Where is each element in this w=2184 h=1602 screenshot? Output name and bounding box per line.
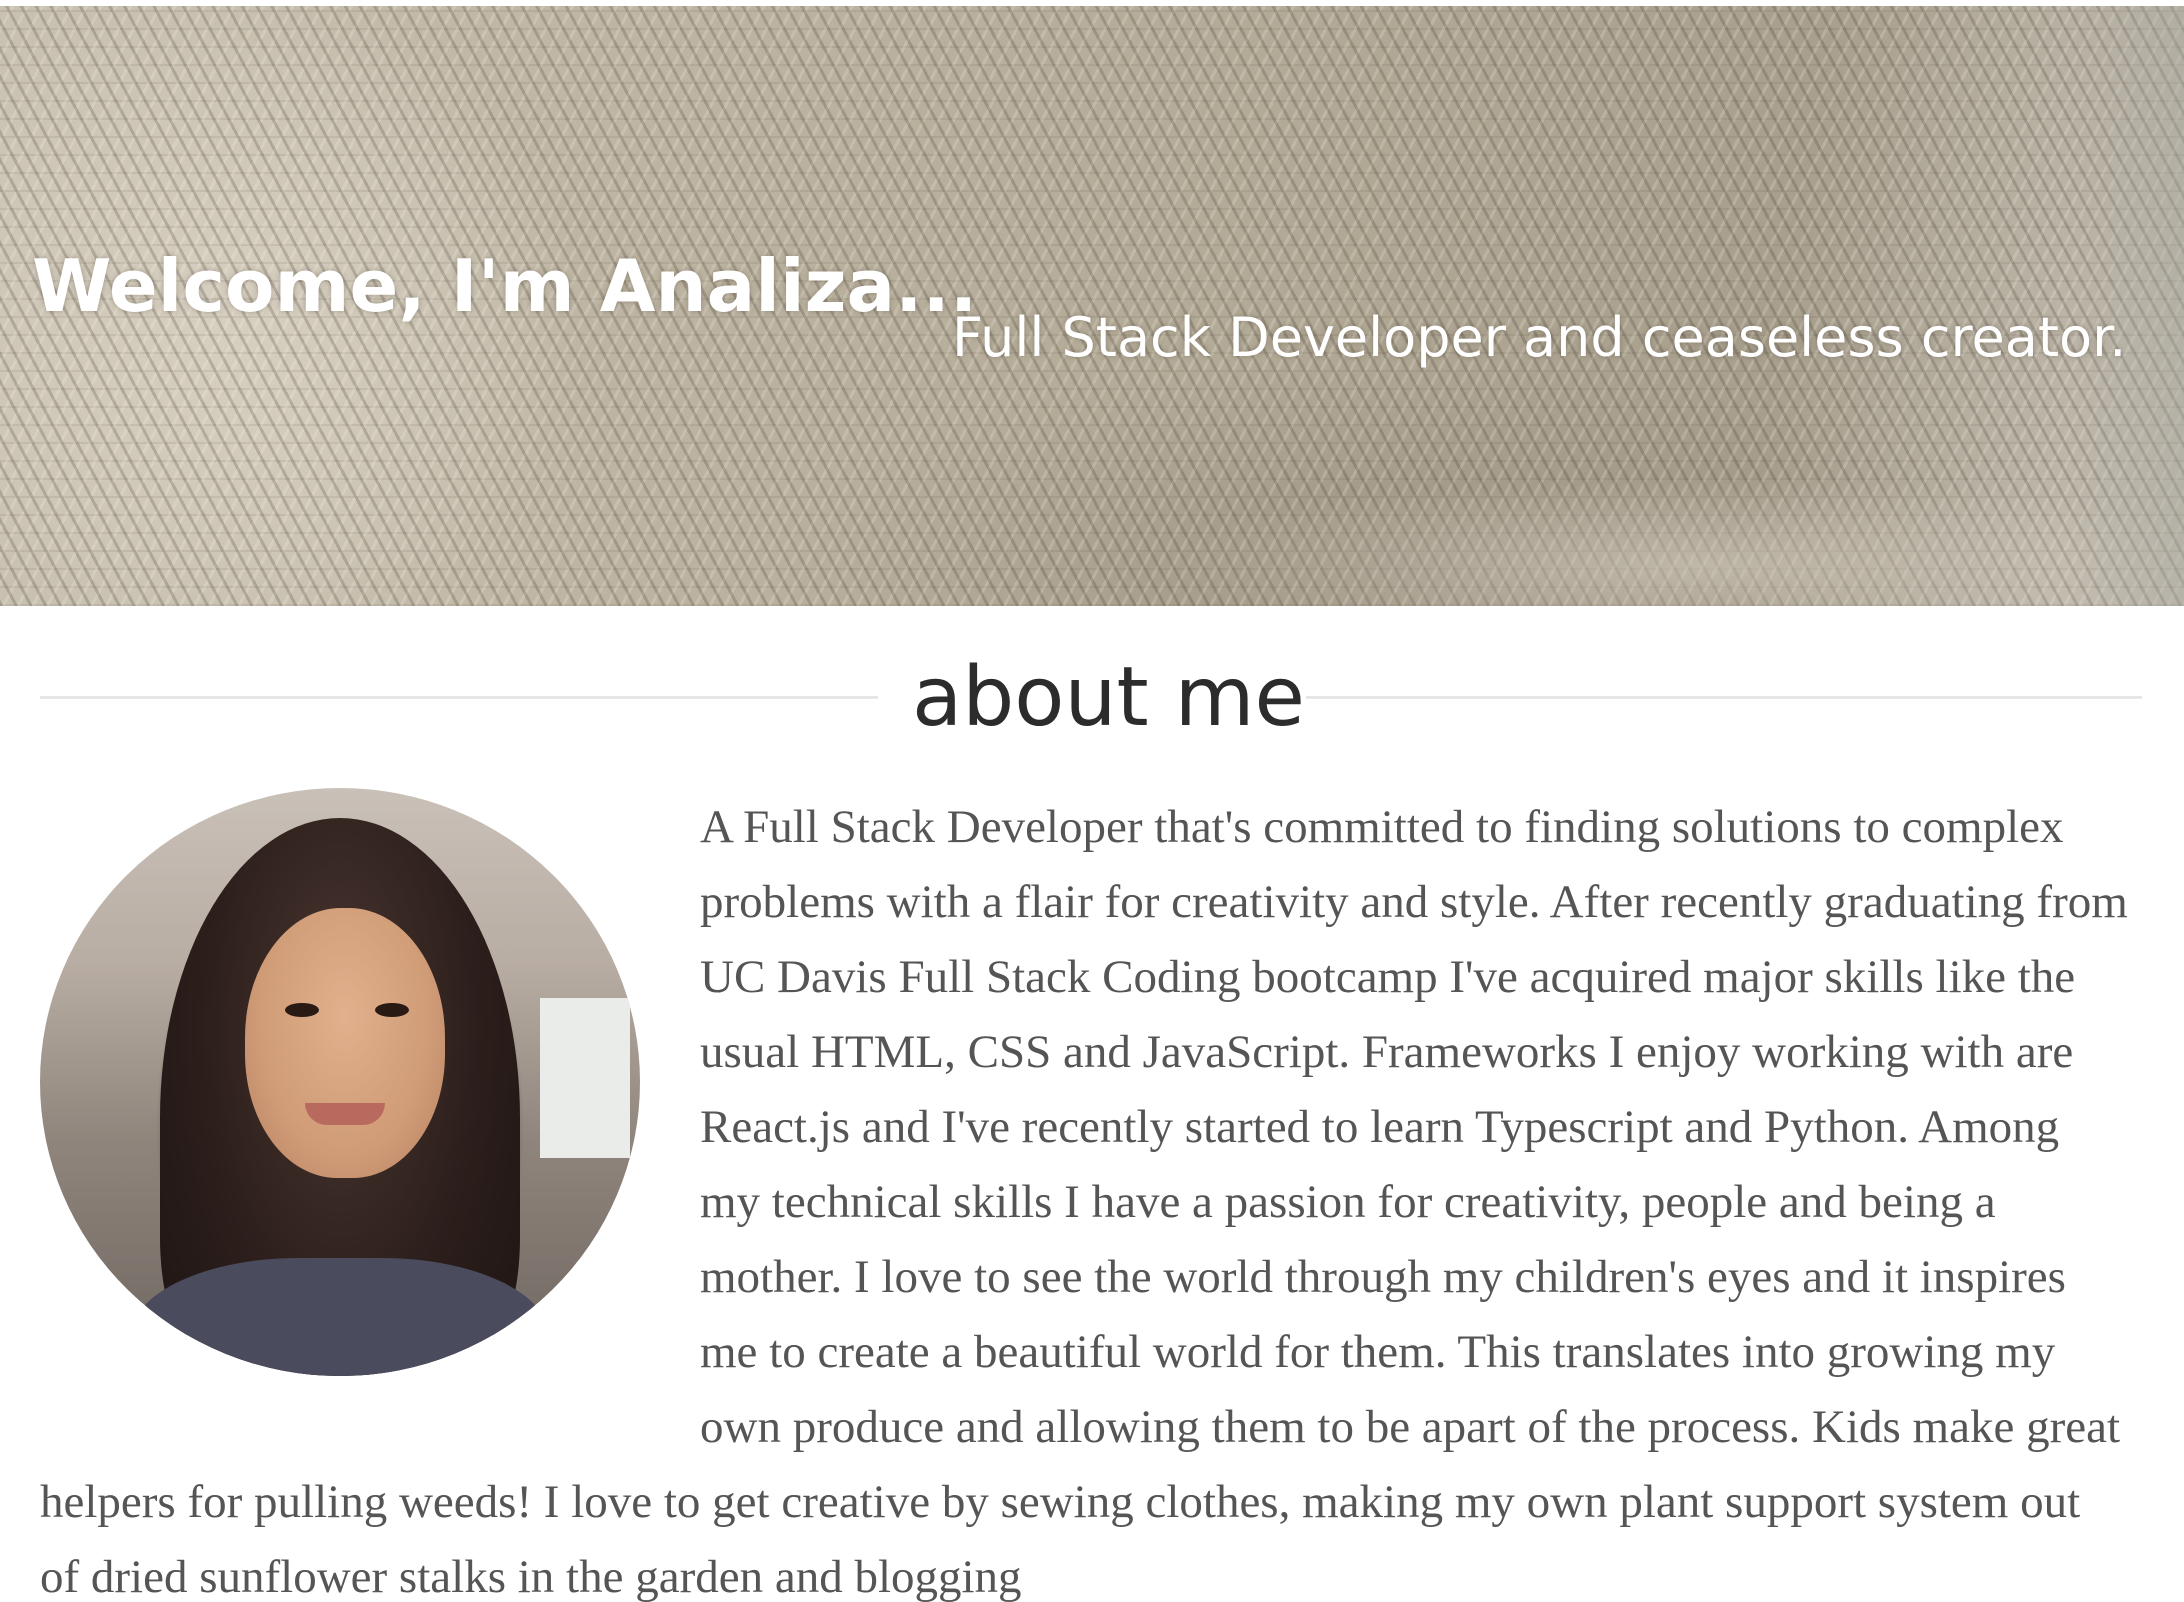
hero-banner: Welcome, I'm Analiza... Full Stack Devel… (0, 6, 2184, 606)
hero-subtitle: Full Stack Developer and ceaseless creat… (952, 306, 2127, 369)
heading-divider-right (1306, 696, 2142, 699)
heading-divider-left (40, 696, 878, 699)
about-heading-row: about me (40, 648, 2142, 748)
hero-title: Welcome, I'm Analiza... (32, 244, 978, 328)
photo-text-wrap-spacer (40, 790, 700, 1414)
hero-knit-highlight (1150, 476, 2184, 606)
about-body-container: A Full Stack Developer that's committed … (40, 790, 2130, 1602)
about-heading: about me (912, 650, 1305, 745)
